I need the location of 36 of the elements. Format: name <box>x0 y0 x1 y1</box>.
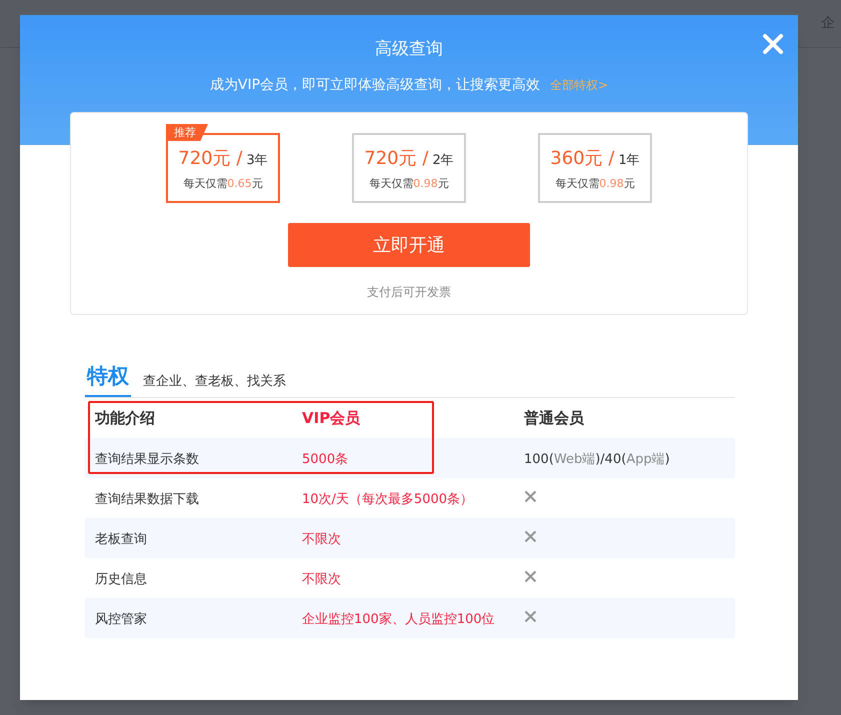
tab[interactable]: 特权 <box>85 358 131 397</box>
column-header: 功能介绍 <box>95 408 156 429</box>
daily-price: 每天仅需0.65元 <box>183 176 263 192</box>
period: 2年 <box>432 152 454 170</box>
vip-cell: 企业监控100家、人员监控100位 <box>302 612 495 627</box>
cross-icon <box>524 610 537 623</box>
cross-icon <box>524 490 537 503</box>
price: 720元 / <box>178 147 242 172</box>
vip-cell: 不限次 <box>302 532 341 547</box>
column-header: 普通会员 <box>524 408 585 429</box>
tab[interactable]: 查企业、查老板、找关系 <box>143 358 286 397</box>
period: 3年 <box>246 152 268 170</box>
plan-option[interactable]: 360元 / 1年 每天仅需0.98元 <box>538 133 652 203</box>
column-header: VIP会员 <box>302 408 362 429</box>
close-icon[interactable] <box>762 33 784 55</box>
period: 1年 <box>618 152 640 170</box>
daily-price: 每天仅需0.98元 <box>369 176 449 192</box>
vip-cell: 不限次 <box>302 572 341 587</box>
feature-cell: 查询结果数据下载 <box>95 492 199 507</box>
price: 720元 / <box>364 147 428 172</box>
feature-cell: 老板查询 <box>95 532 147 547</box>
modal-title: 高级查询 <box>375 38 443 61</box>
plan-option[interactable]: 720元 / 2年 每天仅需0.98元 <box>352 133 466 203</box>
cross-icon <box>524 570 537 583</box>
feature-cell: 查询结果显示条数 <box>95 452 199 467</box>
invoice-note: 支付后可开发票 <box>367 284 451 301</box>
subtitle: 成为VIP会员，即可立即体验高级查询，让搜索更高效 <box>210 76 540 94</box>
recommend-badge: 推荐 <box>166 124 208 141</box>
normal-cell: 100(Web端)/40(App端) <box>524 452 670 467</box>
feature-cell: 历史信息 <box>95 572 147 587</box>
vip-cell: 10次/天（每次最多5000条） <box>302 492 474 507</box>
price: 360元 / <box>550 147 614 172</box>
feature-cell: 风控管家 <box>95 612 147 627</box>
cross-icon <box>524 530 537 543</box>
daily-price: 每天仅需0.98元 <box>555 176 635 192</box>
vip-cell: 5000条 <box>302 452 348 467</box>
